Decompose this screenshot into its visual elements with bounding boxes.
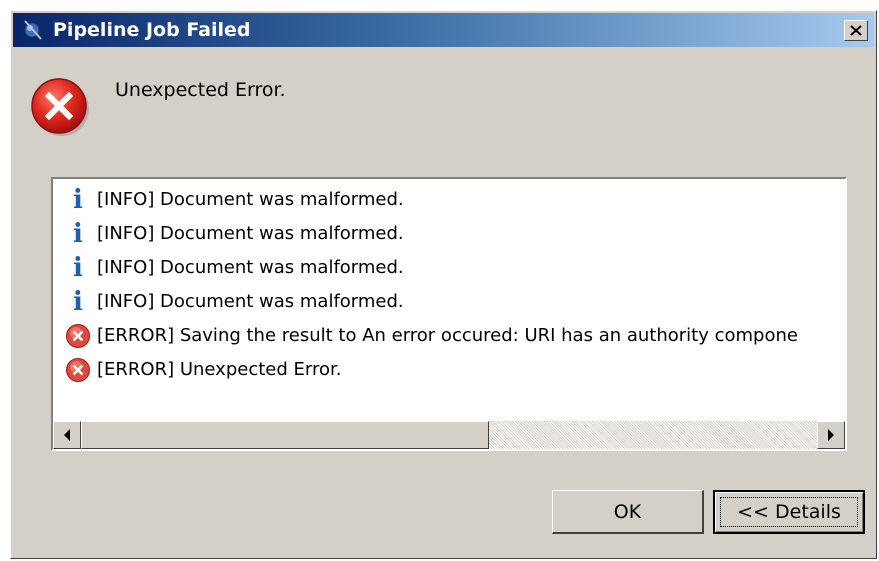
list-item[interactable]: i [INFO] Document was malformed.	[53, 251, 845, 285]
log-text: [ERROR] Saving the result to An error oc…	[97, 325, 798, 346]
details-log-list[interactable]: i [INFO] Document was malformed. i [INFO…	[51, 177, 847, 451]
info-icon: i	[73, 253, 83, 283]
log-text: [INFO] Document was malformed.	[97, 223, 404, 244]
scroll-thumb[interactable]	[81, 421, 489, 449]
log-text: [INFO] Document was malformed.	[97, 291, 404, 312]
ok-button-label: OK	[613, 500, 642, 523]
log-text: [ERROR] Unexpected Error.	[97, 359, 342, 380]
arrow-right-icon	[828, 429, 834, 441]
arrow-left-icon	[64, 429, 70, 441]
details-button[interactable]: << Details	[713, 490, 865, 534]
info-icon: i	[73, 219, 83, 249]
error-icon	[65, 323, 91, 349]
log-text: [INFO] Document was malformed.	[97, 257, 404, 278]
error-icon	[31, 78, 89, 136]
list-item[interactable]: i [INFO] Document was malformed.	[53, 285, 845, 319]
error-dialog: Pipeline Job Failed Unexpected Error. i …	[10, 10, 877, 559]
horizontal-scrollbar[interactable]	[53, 421, 845, 449]
scroll-left-button[interactable]	[53, 421, 81, 449]
log-text: [INFO] Document was malformed.	[97, 189, 404, 210]
list-item[interactable]: [ERROR] Saving the result to An error oc…	[53, 319, 845, 353]
list-item[interactable]: i [INFO] Document was malformed.	[53, 183, 845, 217]
pipeline-app-icon	[24, 20, 42, 40]
error-icon	[65, 357, 91, 383]
close-button[interactable]	[844, 20, 868, 41]
list-item[interactable]: [ERROR] Unexpected Error.	[53, 353, 845, 387]
ok-button[interactable]: OK	[552, 490, 704, 534]
window-title: Pipeline Job Failed	[53, 19, 251, 41]
list-item[interactable]: i [INFO] Document was malformed.	[53, 217, 845, 251]
details-button-label: << Details	[737, 501, 841, 523]
close-icon	[850, 25, 862, 36]
error-message: Unexpected Error.	[115, 79, 286, 101]
scroll-right-button[interactable]	[817, 421, 845, 449]
info-icon: i	[73, 287, 83, 317]
title-bar[interactable]: Pipeline Job Failed	[13, 13, 874, 47]
info-icon: i	[73, 185, 83, 215]
log-items: i [INFO] Document was malformed. i [INFO…	[53, 183, 845, 419]
